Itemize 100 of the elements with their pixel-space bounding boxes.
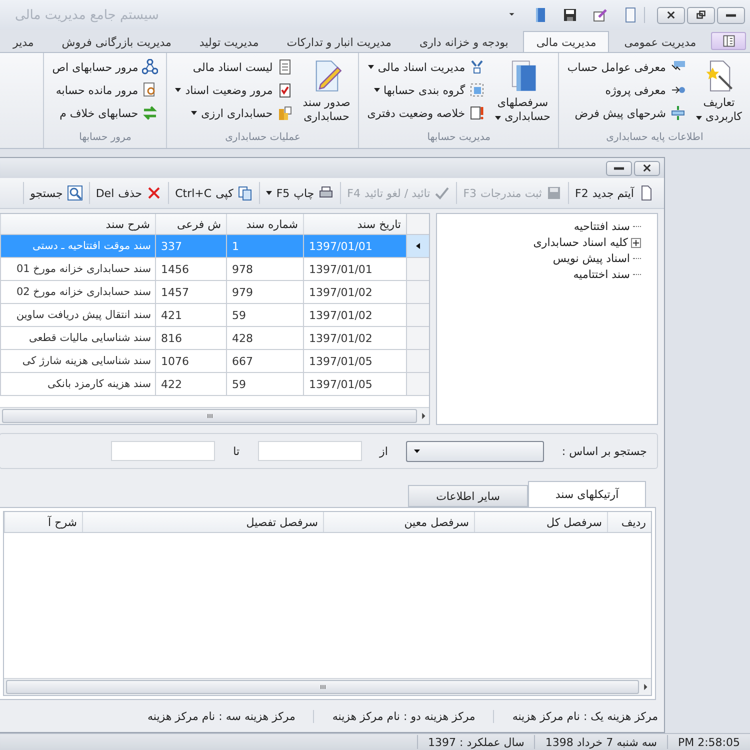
from-label: از — [380, 444, 388, 458]
group-title: مرور حسابها — [78, 132, 132, 145]
table-cell: 667 — [226, 350, 303, 372]
ribbon-button[interactable]: مدیریت اسناد مالی — [365, 57, 488, 77]
columns-icon — [722, 34, 736, 48]
expand-icon[interactable] — [631, 238, 641, 248]
ribbon-large-button[interactable]: تعاریف کاربردی — [694, 57, 744, 132]
ribbon-button[interactable]: معرفی عوامل حساب — [565, 57, 688, 77]
ribbon-tab[interactable]: مدیریت عمومی — [611, 32, 710, 52]
scrollbar[interactable] — [4, 678, 651, 695]
tab[interactable]: سایر اطلاعات — [408, 485, 528, 507]
edit-icon — [592, 7, 608, 23]
swap-arrows-icon — [142, 105, 158, 121]
search-icon — [66, 185, 83, 201]
window-title: سیستم جامع مدیریت مالی — [14, 8, 159, 22]
ribbon-large-button[interactable]: سرفصلهای حسابداری — [493, 57, 552, 132]
ribbon-large-button[interactable]: صدور سند حسابداری — [300, 57, 352, 132]
table-cell: 1397/01/01 — [303, 258, 406, 280]
ribbon-tab[interactable]: مدیریت مالی — [523, 31, 610, 52]
cost-center-text: مرکز هزینه دو : نام مرکز هزینه — [313, 710, 494, 722]
column-header[interactable]: شماره سند — [226, 214, 303, 234]
ribbon-tab[interactable]: بودجه و خزانه داری — [406, 32, 522, 52]
table-cell: 428 — [226, 327, 303, 349]
table-cell: 1397/01/01 — [303, 235, 406, 257]
ribbon-button[interactable]: خلاصه وضعیت دفتری — [365, 103, 488, 123]
table-cell: 1397/01/02 — [303, 327, 406, 349]
table-cell: 816 — [155, 327, 226, 349]
delete-icon — [146, 185, 162, 201]
column-header[interactable]: تاریخ سند — [303, 214, 406, 234]
save-icon — [546, 185, 562, 201]
group-icon — [469, 82, 486, 98]
column-header[interactable]: سرفصل کل — [474, 512, 607, 532]
save-icon — [562, 7, 578, 23]
to-field[interactable] — [111, 441, 216, 461]
minimize-icon — [614, 166, 624, 170]
application-menu-button[interactable] — [711, 32, 746, 50]
minimize-icon — [726, 14, 736, 16]
table-cell: 979 — [226, 281, 303, 303]
clipboard-check-icon — [276, 82, 293, 98]
tree-item[interactable]: سند اختتامیه — [573, 268, 630, 281]
group-title: مدیریت حسابها — [426, 132, 492, 145]
ribbon-button[interactable]: حسابهای خلاف م — [50, 103, 160, 123]
to-label: تا — [233, 444, 240, 458]
column-header[interactable]: ردیف — [607, 512, 651, 532]
table-cell: 1456 — [155, 258, 226, 280]
table-cell: 59 — [226, 304, 303, 326]
toolbar-button[interactable]: جستجو — [23, 182, 89, 204]
column-header[interactable]: شرح سند — [0, 214, 155, 234]
table-cell: 59 — [226, 373, 303, 395]
table-cell: 1 — [226, 235, 303, 257]
restore-button[interactable] — [687, 6, 715, 24]
cost-center-text: مرکز هزینه سه : نام مرکز هزینه — [146, 710, 296, 722]
column-header[interactable]: ش فرعی — [155, 214, 226, 234]
date-text: سه شنبه 7 خرداد 1398 — [534, 735, 667, 749]
minimize-button[interactable] — [606, 160, 632, 176]
document-alert-icon — [469, 105, 486, 121]
tree-item[interactable]: اسناد پیش نویس — [552, 252, 630, 265]
minimize-button[interactable] — [717, 6, 745, 24]
tab[interactable]: آرتیکلهای سند — [528, 481, 646, 507]
from-field[interactable] — [258, 441, 362, 461]
search-field-dropdown[interactable] — [406, 440, 544, 462]
ribbon-button[interactable]: گروه بندی حسابها — [365, 80, 488, 100]
ribbon-button[interactable]: لیست اسناد مالی — [173, 57, 295, 77]
table-cell: سند حسابداری خزانه مورخ 02 — [0, 281, 155, 303]
grip-icon — [318, 683, 326, 691]
close-icon — [642, 163, 652, 173]
close-icon — [666, 10, 676, 20]
ribbon-button[interactable]: شرحهای پیش فرض — [565, 103, 688, 123]
ribbon-button[interactable]: معرفی پروژه — [565, 80, 688, 100]
column-header[interactable]: شرح آ — [4, 512, 82, 532]
restore-icon — [696, 10, 706, 20]
ribbon-tab[interactable]: مدیریت تولید — [186, 32, 272, 52]
ribbon-tab[interactable]: مدیریت انبار و تدارکات — [274, 32, 404, 52]
scrollbar[interactable] — [0, 407, 429, 424]
table-cell: 1457 — [155, 281, 226, 303]
table-cell: 1397/01/05 — [303, 350, 406, 372]
dropdown-icon — [412, 447, 421, 455]
table-cell: سند موقت افتتاحیه ـ دستی — [0, 235, 155, 257]
column-header[interactable]: سرفصل تفصیل — [82, 512, 323, 532]
coins-icon — [276, 105, 293, 121]
table-cell: سند حسابداری خزانه مورخ 01 — [0, 258, 155, 280]
table-cell: سند انتقال پیش دریافت ساوین — [0, 304, 155, 326]
ribbon-button[interactable]: مرور وضعیت اسناد — [173, 80, 295, 100]
ribbon-tab[interactable]: مدیریت بازرگانی فروش — [48, 32, 184, 52]
close-button[interactable] — [634, 160, 660, 176]
ribbon-button[interactable]: حسابداری ارزی — [173, 103, 295, 123]
list-icon — [276, 59, 293, 75]
tree-item[interactable]: سند افتتاحیه — [574, 220, 630, 233]
ribbon-tab[interactable]: مدیر — [0, 32, 47, 52]
group-title: عملیات حسابداری — [224, 132, 302, 145]
table-cell: 421 — [155, 304, 226, 326]
close-button[interactable] — [657, 6, 685, 24]
ribbon-button[interactable]: مرور مانده حسابه — [50, 80, 160, 100]
column-header[interactable]: سرفصل معین — [323, 512, 474, 532]
tree-item[interactable]: کلیه اسناد حسابداری — [533, 236, 628, 249]
ribbon-button[interactable]: مرور حسابهای اص — [50, 57, 160, 77]
table-cell: سند هزینه کارمزد بانکی — [0, 373, 155, 395]
row-indicator[interactable] — [406, 235, 429, 257]
table-cell: 337 — [155, 235, 226, 257]
group-title: اطلاعات پایه حسابداری — [605, 132, 704, 145]
